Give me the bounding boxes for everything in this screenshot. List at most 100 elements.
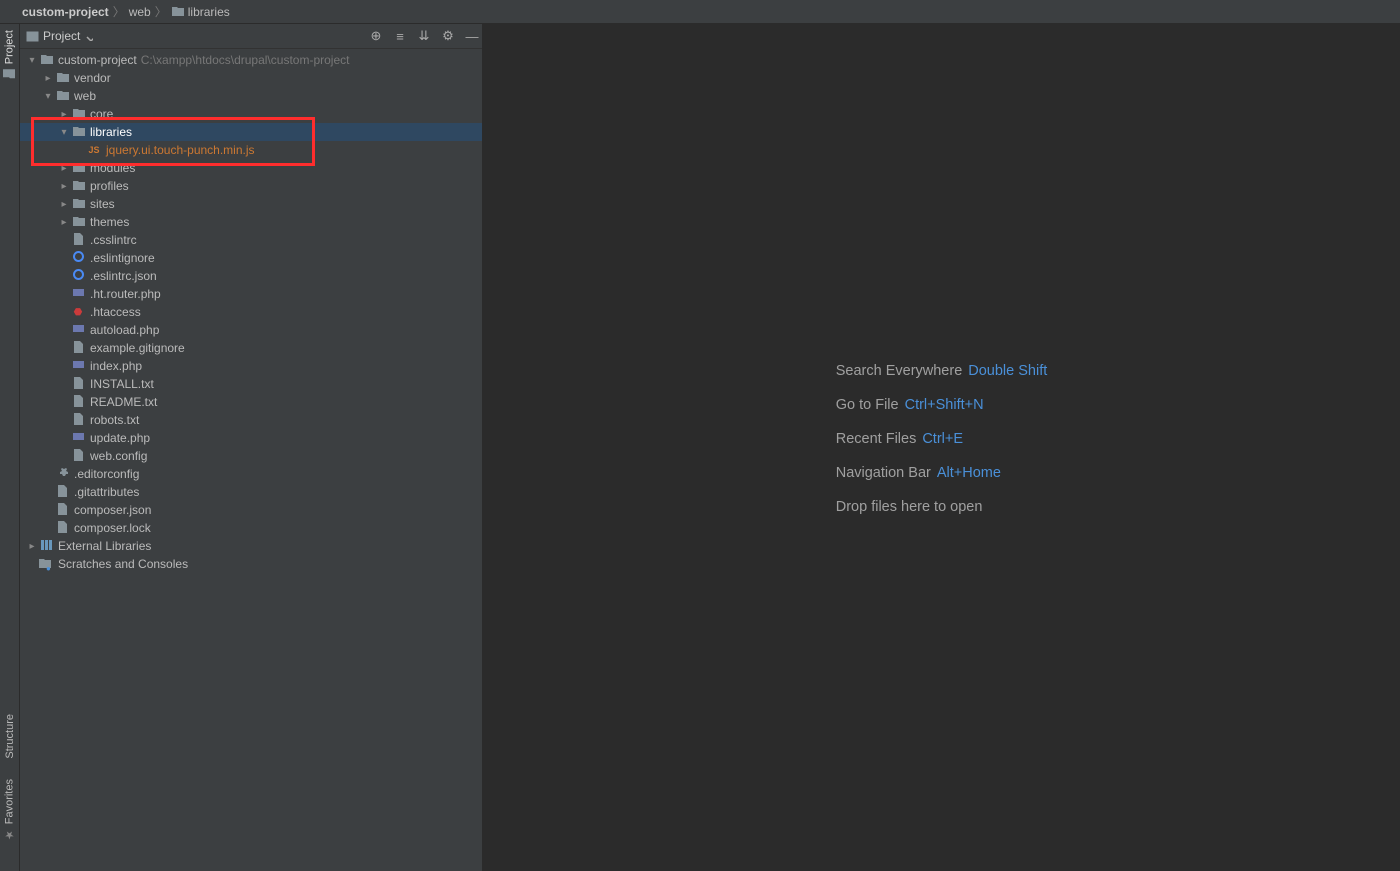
editor-welcome: Search EverywhereDouble Shift Go to File C… — [483, 24, 1400, 871]
welcome-shortcut: Ctrl+Shift+N — [905, 397, 984, 413]
panel-title-label: Project — [43, 29, 80, 43]
tree-row[interactable]: ▸.eslintignore — [20, 249, 482, 267]
txt-icon — [70, 394, 86, 410]
locate-icon[interactable]: ⊕ — [366, 26, 386, 46]
tree-arrow[interactable]: ▾ — [42, 91, 54, 102]
tree-row[interactable]: ▸.gitattributes — [20, 483, 482, 501]
tree-row[interactable]: ▸.editorconfig — [20, 465, 482, 483]
tree-label: robots.txt — [90, 413, 139, 427]
tree-row[interactable]: ▸index.php — [20, 357, 482, 375]
tree-row[interactable]: ▸sites — [20, 195, 482, 213]
txt-icon — [70, 448, 86, 464]
expand-all-icon[interactable]: ≡ — [390, 26, 410, 46]
php-icon — [70, 322, 86, 338]
tree-row[interactable]: ▸README.txt — [20, 393, 482, 411]
tree-label: web.config — [90, 449, 147, 463]
folder-icon — [54, 88, 70, 104]
tree-row[interactable]: ▸update.php — [20, 429, 482, 447]
tree-label: update.php — [90, 431, 150, 445]
tree-row[interactable]: ▸example.gitignore — [20, 339, 482, 357]
tree-row[interactable]: ▸composer.lock — [20, 519, 482, 537]
tree-arrow[interactable]: ▾ — [26, 55, 38, 66]
tree-label: composer.json — [74, 503, 151, 517]
hide-icon[interactable]: — — [462, 26, 482, 46]
tree-row[interactable]: ▸web.config — [20, 447, 482, 465]
welcome-row: Drop files here to open — [836, 499, 1048, 515]
tree-row[interactable]: ▾libraries — [20, 123, 482, 141]
welcome-row: Recent Files Ctrl+E — [836, 431, 1048, 447]
php-icon — [70, 358, 86, 374]
folder-icon — [38, 52, 54, 68]
json-icon — [54, 502, 70, 518]
tree-arrow[interactable]: ▸ — [42, 73, 54, 84]
tree-arrow[interactable]: ▸ — [58, 217, 70, 228]
tree-label: Scratches and Consoles — [58, 557, 188, 571]
tree-row[interactable]: ▸vendor — [20, 69, 482, 87]
tree-row[interactable]: ▾custom-projectC:\xampp\htdocs\drupal\cu… — [20, 51, 482, 69]
tree-row[interactable]: ▸ modules — [20, 159, 482, 177]
welcome-label: Drop files here to open — [836, 499, 983, 515]
breadcrumb-item[interactable]: libraries — [188, 5, 230, 19]
left-tool-gutter: Project Structure ★ Favorites — [0, 24, 20, 871]
tree-row[interactable]: ▸.eslintrc.json — [20, 267, 482, 285]
welcome-row: Go to File Ctrl+Shift+N — [836, 397, 1048, 413]
tree-row[interactable]: ▸ External Libraries — [20, 537, 482, 555]
tab-structure[interactable]: Structure — [4, 714, 16, 759]
tree-label: core — [90, 107, 113, 121]
tree-arrow[interactable]: ▾ — [58, 127, 70, 138]
tree-label: modules — [90, 161, 135, 175]
txt-icon — [70, 412, 86, 428]
tree-row[interactable]: ▸.csslintrc — [20, 231, 482, 249]
tree-row[interactable]: ▾web — [20, 87, 482, 105]
tree-arrow[interactable]: ▸ — [58, 181, 70, 192]
tree-label: autoload.php — [90, 323, 159, 337]
breadcrumb: custom-project〉web〉libraries — [0, 0, 1400, 24]
tree-label: index.php — [90, 359, 142, 373]
tree-label: .gitattributes — [74, 485, 139, 499]
tree-label: External Libraries — [58, 539, 151, 553]
tree-row[interactable]: ▸composer.json — [20, 501, 482, 519]
folder-icon — [70, 106, 86, 122]
gear-icon[interactable]: ⚙ — [438, 26, 458, 46]
tree-arrow[interactable]: ▸ — [58, 199, 70, 210]
tree-row[interactable]: ▸profiles — [20, 177, 482, 195]
folder-icon — [54, 70, 70, 86]
txt-icon — [70, 340, 86, 356]
breadcrumb-item[interactable]: custom-project — [22, 5, 109, 19]
welcome-label: Recent Files — [836, 431, 917, 447]
tree-row[interactable]: ▸INSTALL.txt — [20, 375, 482, 393]
tab-project[interactable]: Project — [3, 30, 16, 81]
js-icon: JS — [86, 144, 102, 156]
window-icon — [26, 30, 39, 43]
welcome-row: Search EverywhereDouble Shift — [836, 363, 1048, 379]
tree-arrow[interactable]: ▸ — [58, 109, 70, 120]
panel-title[interactable]: Project — [43, 29, 93, 43]
project-panel-header: Project ⊕ ≡ ⇊ ⚙ — — [20, 24, 482, 49]
tree-row[interactable]: ▸autoload.php — [20, 321, 482, 339]
txt-icon — [70, 232, 86, 248]
circle-icon — [70, 250, 86, 266]
tree-row[interactable]: ▸.ht.router.php — [20, 285, 482, 303]
folder-icon — [70, 124, 86, 140]
breadcrumb-item[interactable]: web — [129, 5, 151, 19]
tree-arrow[interactable]: ▸ — [58, 163, 70, 174]
tree-label: .eslintrc.json — [90, 269, 157, 283]
tree-label: example.gitignore — [90, 341, 185, 355]
tab-favorites[interactable]: ★ Favorites — [3, 779, 16, 841]
project-tree[interactable]: ▾custom-projectC:\xampp\htdocs\drupal\cu… — [20, 49, 482, 871]
tree-arrow[interactable]: ▸ — [26, 541, 38, 552]
tree-label: INSTALL.txt — [90, 377, 154, 391]
chevron-down-icon — [84, 32, 93, 41]
tree-path-suffix: C:\xampp\htdocs\drupal\custom-project — [141, 53, 350, 67]
collapse-all-icon[interactable]: ⇊ — [414, 26, 434, 46]
gear-icon — [54, 466, 70, 482]
tree-row[interactable]: ▸JSjquery.ui.touch-punch.min.js — [20, 141, 482, 159]
tree-row[interactable]: ▸robots.txt — [20, 411, 482, 429]
tree-row[interactable]: ▸ core — [20, 105, 482, 123]
welcome-shortcut: Ctrl+E — [922, 431, 963, 447]
welcome-label: Go to File — [836, 397, 899, 413]
tree-row[interactable]: ▸themes — [20, 213, 482, 231]
tree-row[interactable]: ▸●Scratches and Consoles — [20, 555, 482, 573]
folder-icon — [70, 214, 86, 230]
tree-row[interactable]: ▸⬣.htaccess — [20, 303, 482, 321]
